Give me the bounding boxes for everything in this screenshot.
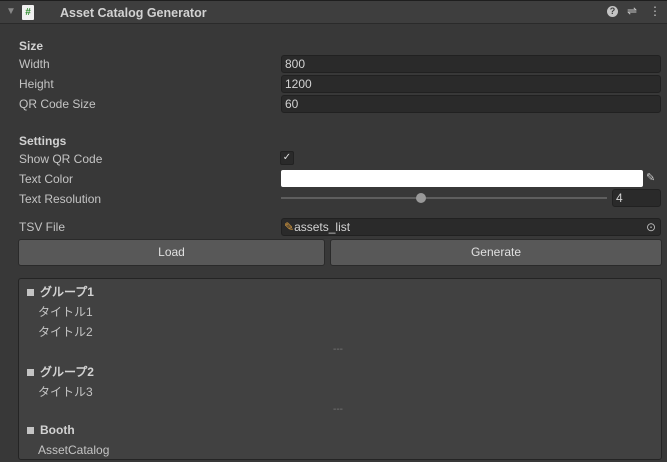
square-bullet-icon bbox=[27, 427, 34, 434]
text-color-swatch[interactable] bbox=[281, 170, 643, 187]
load-button[interactable]: Load bbox=[18, 239, 325, 266]
group-header: Booth bbox=[27, 423, 75, 437]
width-field[interactable]: 800 bbox=[281, 55, 661, 73]
list-item: AssetCatalog bbox=[38, 443, 110, 457]
settings-heading: Settings bbox=[19, 134, 67, 148]
eyedropper-icon[interactable]: ✎ bbox=[646, 171, 655, 184]
list-item: タイトル1 bbox=[38, 305, 93, 319]
help-icon[interactable]: ? bbox=[607, 6, 618, 17]
tsv-file-field[interactable]: ✎assets_list ⊙ bbox=[281, 218, 661, 236]
component-title: Asset Catalog Generator bbox=[60, 6, 207, 20]
group-header: グループ1 bbox=[27, 283, 94, 300]
height-label: Height bbox=[19, 77, 54, 91]
text-resolution-field[interactable]: 4 bbox=[612, 189, 661, 207]
qr-size-field[interactable]: 60 bbox=[281, 95, 661, 113]
show-qr-checkbox[interactable]: ✓ bbox=[280, 151, 294, 165]
presets-icon[interactable]: ⇌ bbox=[627, 4, 637, 18]
text-color-label: Text Color bbox=[19, 172, 74, 186]
foldout-arrow-icon[interactable]: ▼ bbox=[6, 6, 16, 17]
height-field[interactable]: 1200 bbox=[281, 75, 661, 93]
list-item: タイトル3 bbox=[38, 385, 93, 399]
separator: --- bbox=[333, 344, 343, 355]
component-header: ▼ # Asset Catalog Generator ? ⇌ ⋮ bbox=[0, 0, 667, 24]
text-resolution-slider-track[interactable] bbox=[281, 197, 607, 199]
list-item: タイトル2 bbox=[38, 325, 93, 339]
text-resolution-label: Text Resolution bbox=[19, 192, 102, 206]
tsv-file-label: TSV File bbox=[19, 220, 66, 234]
square-bullet-icon bbox=[27, 369, 34, 376]
show-qr-label: Show QR Code bbox=[19, 152, 103, 166]
more-menu-icon[interactable]: ⋮ bbox=[649, 4, 661, 18]
generate-button[interactable]: Generate bbox=[330, 239, 662, 266]
text-resolution-slider-thumb[interactable] bbox=[416, 193, 427, 203]
size-heading: Size bbox=[19, 39, 44, 53]
separator: --- bbox=[333, 404, 343, 415]
object-picker-icon[interactable]: ⊙ bbox=[646, 220, 656, 234]
qr-size-label: QR Code Size bbox=[19, 97, 96, 111]
square-bullet-icon bbox=[27, 289, 34, 296]
group-header: グループ2 bbox=[27, 363, 94, 380]
width-label: Width bbox=[19, 57, 50, 71]
script-icon: # bbox=[22, 5, 34, 20]
tsv-file-value: assets_list bbox=[294, 220, 351, 234]
text-asset-icon: ✎ bbox=[284, 220, 295, 234]
catalog-preview-list: グループ1 タイトル1 タイトル2 --- グループ2 タイトル3 --- Bo… bbox=[18, 278, 662, 460]
